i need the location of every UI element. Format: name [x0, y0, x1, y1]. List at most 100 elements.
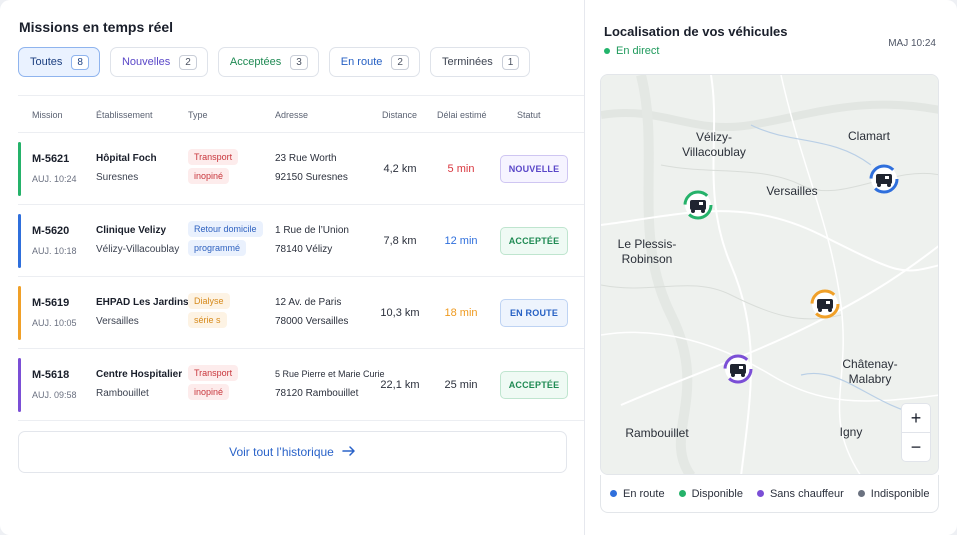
address-city: 78120 Rambouillet	[275, 388, 359, 399]
legend-item: Disponible	[678, 487, 743, 500]
col-type: Type	[188, 110, 208, 120]
vehicle-marker-en-route[interactable]	[869, 164, 899, 194]
address-city: 92150 Suresnes	[275, 172, 348, 183]
ambulance-icon	[723, 354, 753, 384]
city-velizy: Vélizy- Villacoublay	[682, 130, 746, 159]
zoom-in-button[interactable]: +	[901, 403, 931, 433]
filter-label: Acceptées	[229, 56, 282, 68]
filter-bar: Toutes 8 Nouvelles 2 Acceptées 3 En rout…	[18, 47, 531, 77]
legend-item: En route	[610, 488, 665, 500]
type-tag: série s	[188, 312, 227, 328]
filter-done[interactable]: Terminées 1	[429, 47, 531, 77]
city-igny: Igny	[839, 425, 863, 439]
city-plessis: Le Plessis- Robinson	[617, 237, 677, 266]
missions-title: Missions en temps réel	[19, 19, 174, 35]
filter-all[interactable]: Toutes 8	[18, 47, 100, 77]
legend-label: Indisponible	[870, 487, 930, 500]
estimated-delay: 5 min	[447, 163, 475, 175]
filter-count: 8	[71, 54, 89, 70]
establishment-city: Vélizy-Villacoublay	[96, 244, 180, 255]
live-dot-icon	[604, 48, 610, 54]
vehicle-marker-no-driver[interactable]	[723, 354, 753, 384]
filter-label: Toutes	[30, 56, 63, 68]
table-row[interactable]: M-5618 AUJ. 09:58 Centre Hospitalier Ram…	[18, 349, 584, 421]
vehicle-marker-unavailable[interactable]	[810, 289, 840, 319]
legend-dot-icon	[857, 490, 865, 497]
zoom-out-button[interactable]: −	[901, 432, 931, 462]
table-header: Mission Établissement Type Adresse Dista…	[18, 95, 584, 133]
type-tag: inopiné	[188, 168, 230, 184]
vehicle-map[interactable]: Vélizy- Villacoublay Clamart Versailles L…	[600, 74, 939, 475]
mission-id: M-5620	[32, 225, 70, 237]
arrow-right-icon	[342, 445, 356, 460]
address-street: 12 Av. de Paris	[275, 297, 342, 308]
col-distance: Distance	[382, 110, 418, 120]
mission-time: AUJ. 10:24	[32, 174, 77, 184]
ambulance-icon	[810, 289, 840, 319]
status-badge[interactable]: EN ROUTE	[500, 299, 568, 327]
establishment-name: Centre Hospitalier	[96, 369, 183, 380]
col-mission: Mission	[32, 110, 63, 120]
row-status-bar	[18, 286, 21, 340]
filter-en-route[interactable]: En route 2	[328, 47, 420, 77]
legend-label: Disponible	[691, 487, 743, 500]
estimated-delay: 12 min	[444, 235, 478, 247]
type-tag: inopiné	[188, 384, 230, 400]
address-city: 78140 Vélizy	[275, 244, 333, 255]
establishment-city: Suresnes	[96, 172, 139, 183]
city-versailles: Versailles	[766, 184, 818, 198]
status-badge[interactable]: ACCEPTÉE	[500, 371, 568, 399]
vehicle-marker-available[interactable]	[683, 190, 713, 220]
history-label: Voir tout l’historique	[229, 445, 334, 459]
establishment-name: Hôpital Foch	[96, 153, 157, 164]
col-status: Statut	[517, 110, 541, 120]
city-chatenay: Châtenay- Malabry	[842, 357, 898, 386]
distance: 4,2 km	[383, 163, 417, 175]
mission-id: M-5621	[32, 153, 70, 165]
live-label: En direct	[616, 45, 660, 57]
legend-item: Sans chauffeur	[756, 487, 844, 500]
establishment-city: Rambouillet	[96, 388, 149, 399]
city-clamart: Clamart	[847, 129, 890, 143]
table-row[interactable]: M-5619 AUJ. 10:05 EHPAD Les Jardins Vers…	[18, 277, 584, 349]
distance: 22,1 km	[380, 379, 420, 391]
row-status-bar	[18, 214, 21, 268]
live-indicator: En direct	[604, 45, 659, 57]
col-delay: Délai estimé	[437, 110, 487, 120]
row-status-bar	[18, 142, 21, 196]
distance: 10,3 km	[380, 307, 420, 319]
legend-dot-icon	[610, 490, 617, 497]
filter-count: 1	[501, 54, 520, 70]
table-row[interactable]: M-5620 AUJ. 10:18 Clinique Velizy Vélizy…	[18, 205, 584, 277]
type-tag: Transport	[188, 365, 239, 381]
history-button[interactable]: Voir tout l’historique	[18, 431, 567, 473]
missions-panel: Missions en temps réel Toutes 8 Nouvelle…	[0, 0, 584, 535]
mission-time: AUJ. 09:58	[32, 390, 77, 400]
last-updated: MAJ 10:24	[888, 38, 936, 49]
city-rambouillet: Rambouillet	[625, 426, 689, 440]
status-badge[interactable]: NOUVELLE	[500, 155, 568, 183]
col-establishment: Établissement	[96, 110, 153, 120]
address-street: 23 Rue Worth	[275, 153, 337, 164]
establishment-name: Clinique Velizy	[96, 225, 167, 236]
mission-time: AUJ. 10:05	[32, 318, 77, 328]
map-legend: En route Disponible Sans chauffeur Indis…	[600, 475, 939, 513]
type-tag: programmé	[188, 240, 247, 256]
legend-dot-icon	[756, 490, 764, 497]
address-city: 78000 Versailles	[275, 316, 349, 327]
map-title: Localisation de vos véhicules	[604, 24, 788, 39]
status-badge[interactable]: ACCEPTÉE	[500, 227, 568, 255]
establishment-city: Versailles	[96, 316, 139, 327]
estimated-delay: 18 min	[444, 307, 478, 319]
legend-dot-icon	[678, 490, 686, 497]
filter-new[interactable]: Nouvelles 2	[109, 47, 208, 77]
filter-count: 2	[391, 54, 409, 70]
establishment-name: EHPAD Les Jardins	[96, 297, 189, 308]
table-row[interactable]: M-5621 AUJ. 10:24 Hôpital Foch Suresnes …	[18, 133, 584, 205]
filter-label: Terminées	[441, 56, 493, 68]
legend-label: Sans chauffeur	[769, 487, 844, 500]
mission-id: M-5619	[32, 297, 70, 309]
filter-accepted[interactable]: Acceptées 3	[217, 47, 319, 77]
row-status-bar	[18, 358, 21, 412]
ambulance-icon	[683, 190, 713, 220]
